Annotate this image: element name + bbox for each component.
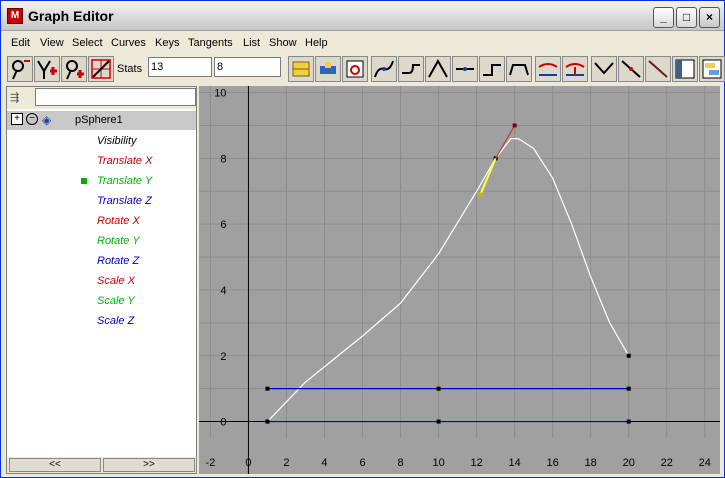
keyframe-point <box>626 386 631 391</box>
tangent-in-point <box>478 192 483 197</box>
keyframe-point <box>265 419 270 424</box>
clamped-tangents-icon[interactable] <box>398 56 424 82</box>
outliner-scroll-row: << >> <box>7 457 196 473</box>
x-tick-label: 22 <box>661 457 673 469</box>
frame-all-icon[interactable] <box>288 56 314 82</box>
attribute-item[interactable]: Translate X <box>97 155 152 167</box>
x-tick-label: 24 <box>699 457 711 469</box>
expand-icon[interactable]: + <box>11 113 23 125</box>
plateau-tangents-icon[interactable] <box>506 56 532 82</box>
free-tangent-weight-icon[interactable] <box>645 56 671 82</box>
x-tick-label: 16 <box>547 457 559 469</box>
selected-attribute-marker <box>81 178 87 184</box>
center-current-time-icon[interactable] <box>342 56 368 82</box>
y-tick-label: 8 <box>220 153 226 165</box>
frame-playback-range-icon[interactable] <box>315 56 341 82</box>
object-name: pSphere1 <box>75 114 123 126</box>
tangent-out-handle <box>495 125 516 159</box>
attribute-item[interactable]: Translate Y <box>97 175 152 187</box>
x-tick-label: 6 <box>359 457 365 469</box>
attribute-item[interactable]: Rotate X <box>97 215 140 227</box>
y-tick-label: 6 <box>220 219 226 231</box>
close-button[interactable]: × <box>699 7 720 28</box>
filter-icon[interactable]: ⇶ <box>10 91 19 104</box>
outliner-object-row[interactable]: + − ◈ pSphere1 <box>7 111 196 130</box>
menu-list[interactable]: List <box>243 37 260 49</box>
attribute-item[interactable]: Rotate Z <box>97 255 139 267</box>
scroll-right-button[interactable]: >> <box>103 458 195 472</box>
break-tangents-icon[interactable] <box>591 56 617 82</box>
swap-buffer-curve-icon[interactable] <box>562 56 588 82</box>
menu-view[interactable]: View <box>40 37 64 49</box>
window-title: Graph Editor <box>28 8 114 24</box>
buffer-curve-snapshot-icon[interactable] <box>535 56 561 82</box>
attribute-item[interactable]: Scale Y <box>97 295 135 307</box>
title-bar[interactable]: M Graph Editor _ □ × <box>1 1 724 31</box>
keyframe-point <box>626 353 631 358</box>
stats-label: Stats <box>117 63 143 75</box>
scroll-left-button[interactable]: << <box>9 458 101 472</box>
minimize-button[interactable]: _ <box>653 7 674 28</box>
tangent-out-point <box>512 123 517 128</box>
flat-tangents-icon[interactable] <box>452 56 478 82</box>
filter-input[interactable] <box>35 88 196 106</box>
outliner-panel: ⇶ + − ◈ pSphere1 Visibility Translate X Tr… <box>6 86 197 474</box>
move-key-tool-icon[interactable] <box>7 56 33 82</box>
graph-view[interactable]: -2 0 2 4 6 8 10 12 14 16 18 20 22 24 0 2 4 6 8 10 <box>199 86 720 474</box>
menu-select[interactable]: Select <box>72 37 103 49</box>
stats-field-2[interactable]: 8 <box>214 57 281 77</box>
menu-tangents[interactable]: Tangents <box>188 37 233 49</box>
x-tick-label: 12 <box>470 457 482 469</box>
mesh-icon: ◈ <box>42 113 52 127</box>
x-tick-label: 10 <box>432 457 444 469</box>
attribute-item[interactable]: Scale X <box>97 275 135 287</box>
maya-icon: M <box>7 8 23 24</box>
keyframe-point <box>436 386 441 391</box>
attribute-item[interactable]: Rotate Y <box>97 235 140 247</box>
x-tick-label: 14 <box>509 457 521 469</box>
tangent-in-handle <box>479 157 497 195</box>
collapse-icon[interactable]: − <box>26 113 38 125</box>
attribute-item[interactable]: Visibility <box>97 135 137 147</box>
menu-keys[interactable]: Keys <box>155 37 179 49</box>
unify-tangents-icon[interactable] <box>618 56 644 82</box>
y-tick-label: 0 <box>220 417 226 429</box>
filter-row: ⇶ <box>7 87 196 109</box>
menu-show[interactable]: Show <box>269 37 297 49</box>
maximize-button[interactable]: □ <box>676 7 697 28</box>
y-tick-label: 10 <box>214 88 226 100</box>
menu-curves[interactable]: Curves <box>111 37 146 49</box>
attribute-item[interactable]: Translate Z <box>97 195 152 207</box>
dope-sheet-icon[interactable] <box>672 56 698 82</box>
x-tick-label: 4 <box>321 457 327 469</box>
toolbar: Stats 13 8 <box>5 54 725 84</box>
attribute-item[interactable]: Scale Z <box>97 315 134 327</box>
linear-tangents-icon[interactable] <box>425 56 451 82</box>
insert-key-tool-icon[interactable] <box>34 56 60 82</box>
add-key-tool-icon[interactable] <box>61 56 87 82</box>
anim-curve-0 <box>267 138 630 422</box>
step-tangents-icon[interactable] <box>479 56 505 82</box>
menu-bar: Edit View Select Curves Keys Tangents Li… <box>5 35 721 53</box>
keyframe-point <box>626 419 631 424</box>
stats-field-1[interactable]: 13 <box>148 57 212 77</box>
y-tick-label: 4 <box>220 285 226 297</box>
menu-edit[interactable]: Edit <box>11 37 30 49</box>
trax-editor-icon[interactable] <box>699 56 725 82</box>
spline-tangents-icon[interactable] <box>371 56 397 82</box>
menu-help[interactable]: Help <box>305 37 328 49</box>
y-tick-label: 2 <box>220 351 226 363</box>
x-tick-label: 20 <box>623 457 635 469</box>
graph-editor-window: M Graph Editor _ □ × Edit View Select Cu… <box>0 0 725 478</box>
keyframe-point <box>436 419 441 424</box>
lattice-deform-tool-icon[interactable] <box>88 56 114 82</box>
x-tick-label: -2 <box>206 457 216 469</box>
animation-curve-graph[interactable]: -2 0 2 4 6 8 10 12 14 16 18 20 22 240246810 <box>199 86 720 474</box>
x-tick-label: 18 <box>585 457 597 469</box>
x-tick-label: 8 <box>397 457 403 469</box>
keyframe-point <box>265 386 270 391</box>
x-tick-label: 2 <box>283 457 289 469</box>
x-tick-label: 0 <box>245 457 251 469</box>
